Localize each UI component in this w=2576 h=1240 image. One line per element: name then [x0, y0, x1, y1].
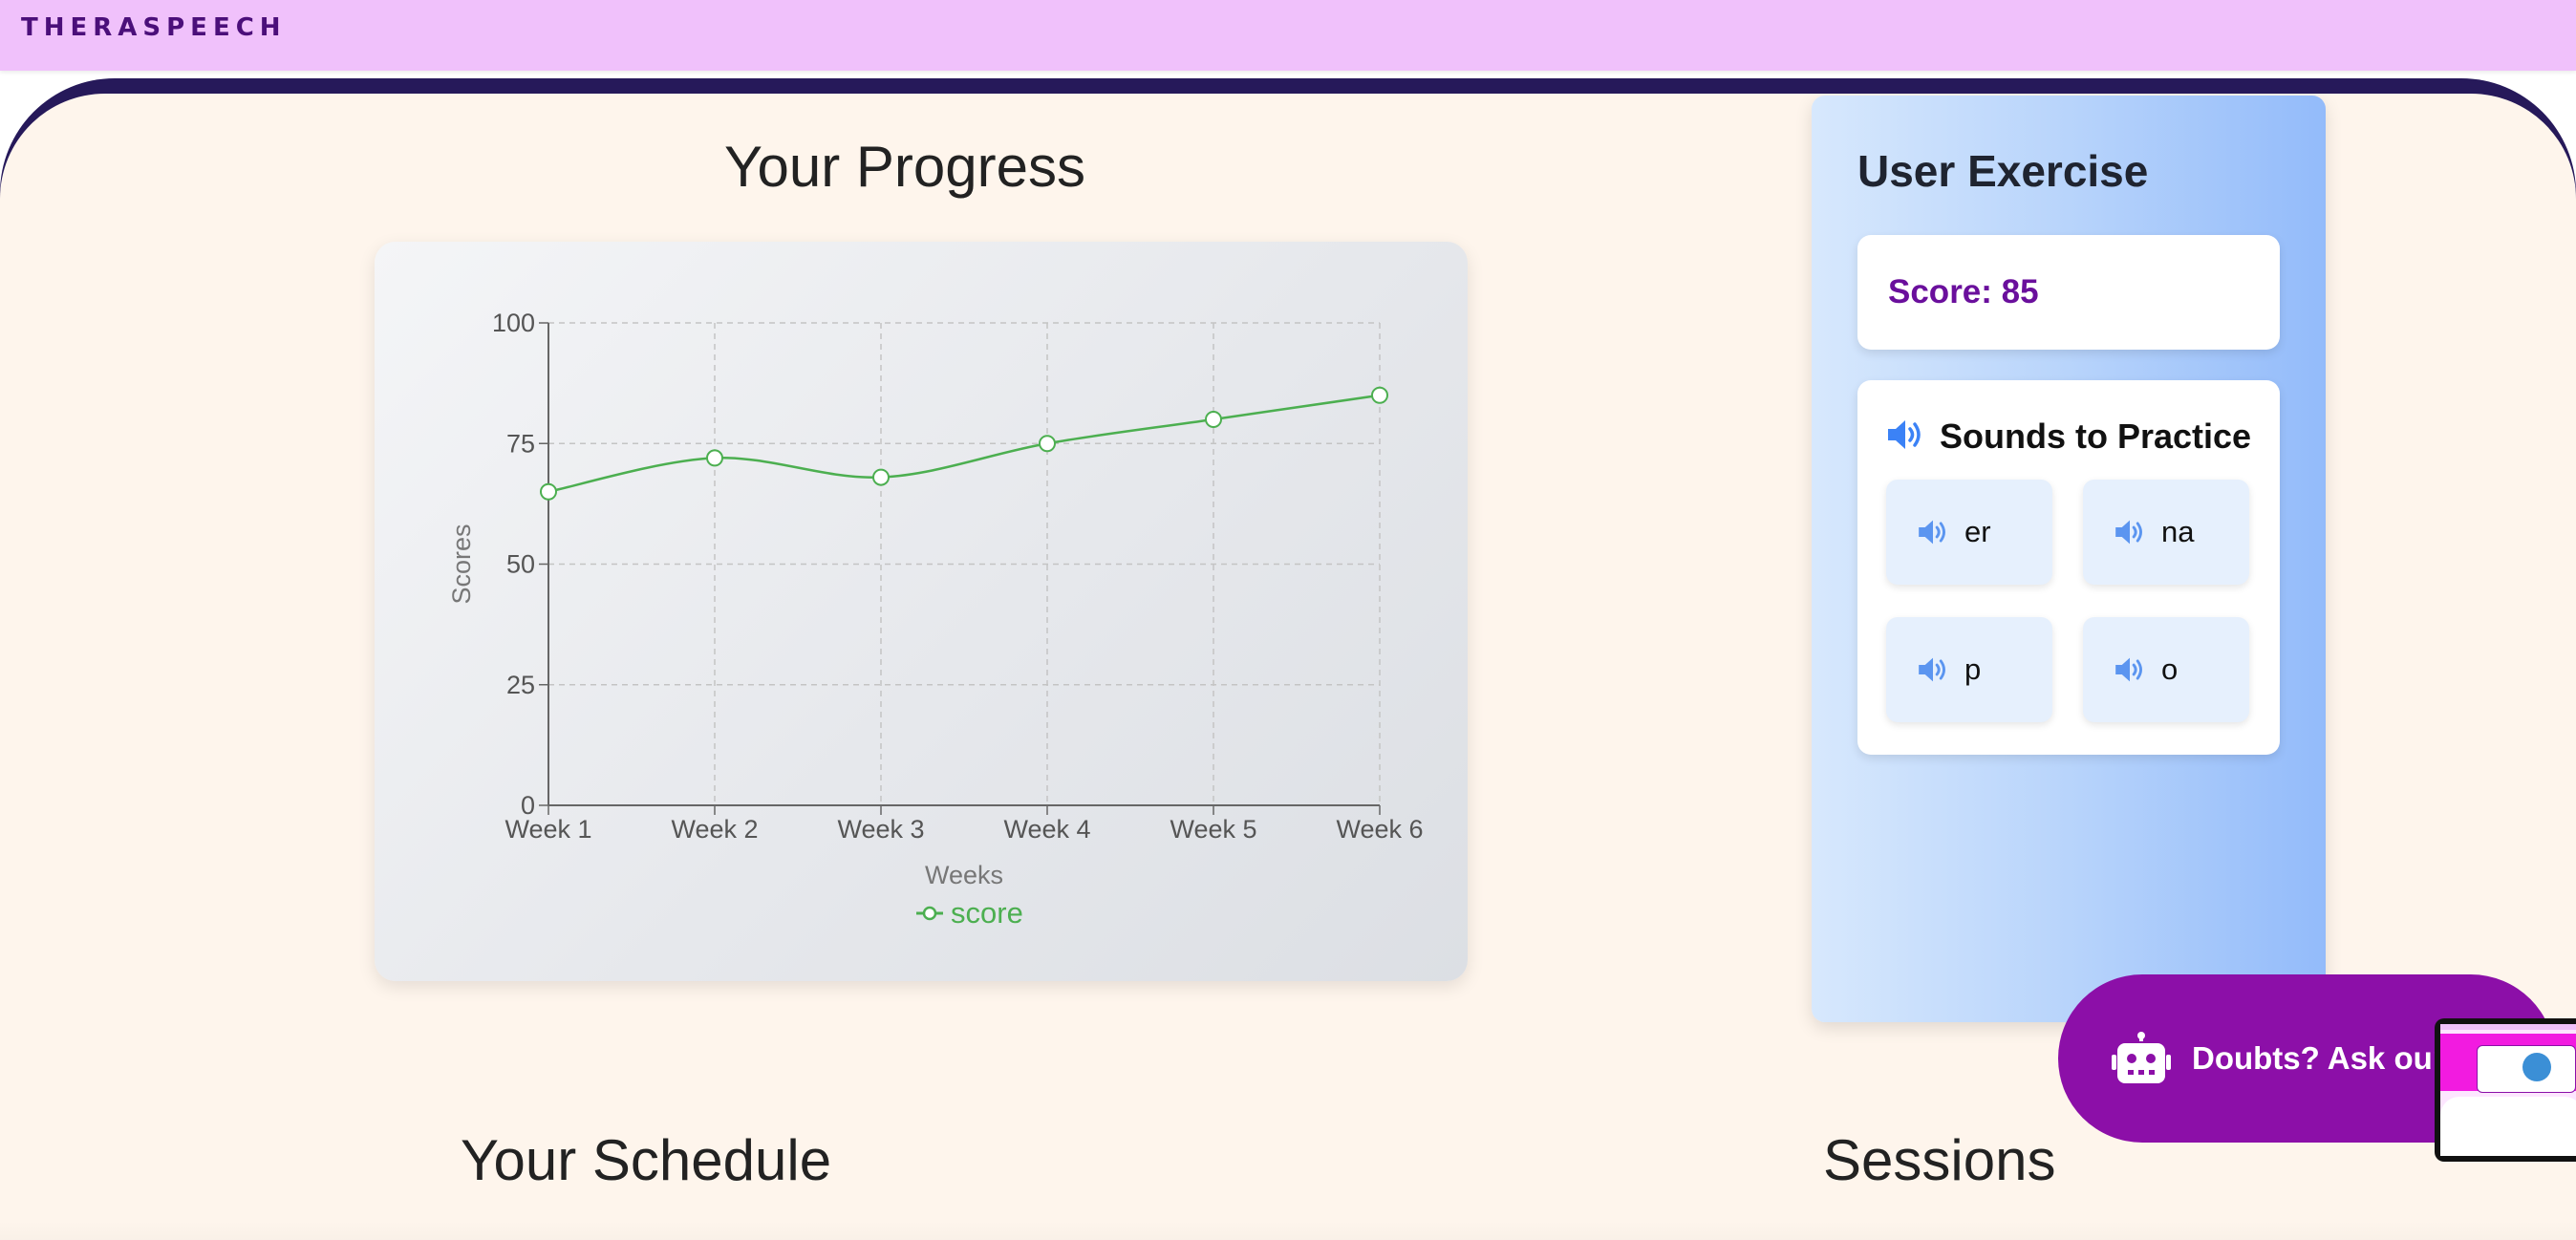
y-tick-label: 25 [506, 671, 535, 699]
sound-chip-er[interactable]: er [1886, 480, 2052, 585]
data-point [540, 482, 557, 501]
exercise-title: User Exercise [1857, 146, 2149, 196]
y-tick-label: 50 [506, 550, 535, 579]
schedule-card-edge [0, 1221, 2576, 1240]
x-tick-label: Week 4 [1003, 815, 1090, 844]
x-tick-label: Week 5 [1170, 815, 1256, 844]
speaker-icon [2114, 519, 2146, 545]
sound-chip-o[interactable]: o [2083, 617, 2249, 722]
x-axis-label: Weeks [925, 861, 1003, 889]
progress-title: Your Progress [724, 135, 1085, 199]
sounds-header: Sounds to Practice [1886, 417, 2251, 457]
sounds-card: Sounds to Practice er na p o [1857, 380, 2280, 755]
legend-marker [922, 906, 937, 921]
sound-chip-na[interactable]: na [2083, 480, 2249, 585]
data-point [1039, 435, 1056, 453]
speaker-icon [1917, 519, 1949, 545]
y-tick-label: 100 [492, 309, 535, 337]
x-tick-label: Week 3 [837, 815, 924, 844]
chatbot-label: Doubts? Ask our [2192, 1040, 2445, 1076]
user-exercise-panel: User Exercise Score: 85 Sounds to Practi… [1812, 96, 2326, 1022]
speaker-icon [1917, 656, 1949, 683]
data-point [1205, 411, 1222, 428]
sound-chip-p[interactable]: p [1886, 617, 2052, 722]
sound-label: o [2161, 652, 2179, 686]
sounds-title: Sounds to Practice [1940, 417, 2252, 456]
robot-icon [2112, 1032, 2171, 1085]
schedule-title: Your Schedule [461, 1128, 832, 1192]
score-card: Score: 85 [1857, 235, 2280, 350]
progress-chart-card: 0 25 50 75 100 Week 1 Week 2 Week 3 Week 4 Week 5… [375, 242, 1468, 981]
data-point [872, 468, 890, 486]
thumbnail-body [2440, 1097, 2576, 1156]
video-preview-thumbnail[interactable] [2435, 1018, 2576, 1162]
x-tick-label: Week 1 [504, 815, 591, 844]
avatar [2522, 1053, 2551, 1081]
legend-label: score [951, 896, 1023, 930]
top-navbar: THERASPEECH [0, 0, 2576, 71]
progress-chart: 0255075100Week 1 Week 2 Week 3 Week 4 Week 5… [447, 309, 1424, 930]
sound-label: p [1964, 652, 1982, 686]
thumbnail-header [2440, 1024, 2576, 1030]
brand-logo[interactable]: THERASPEECH [21, 13, 287, 42]
score-label: Score: 85 [1888, 273, 2039, 310]
y-axis-label: Scores [447, 524, 476, 604]
data-point [706, 449, 723, 467]
sessions-title: Sessions [1823, 1128, 2056, 1192]
thumbnail-content [2440, 1024, 2576, 1156]
x-tick-label: Week 2 [671, 815, 758, 844]
sound-label: er [1964, 515, 1991, 548]
data-point [1371, 386, 1388, 404]
speaker-icon [1886, 418, 1924, 456]
speaker-icon [2114, 656, 2146, 683]
x-tick-label: Week 6 [1336, 815, 1423, 844]
sound-label: na [2161, 515, 2195, 548]
y-tick-label: 75 [506, 429, 535, 458]
